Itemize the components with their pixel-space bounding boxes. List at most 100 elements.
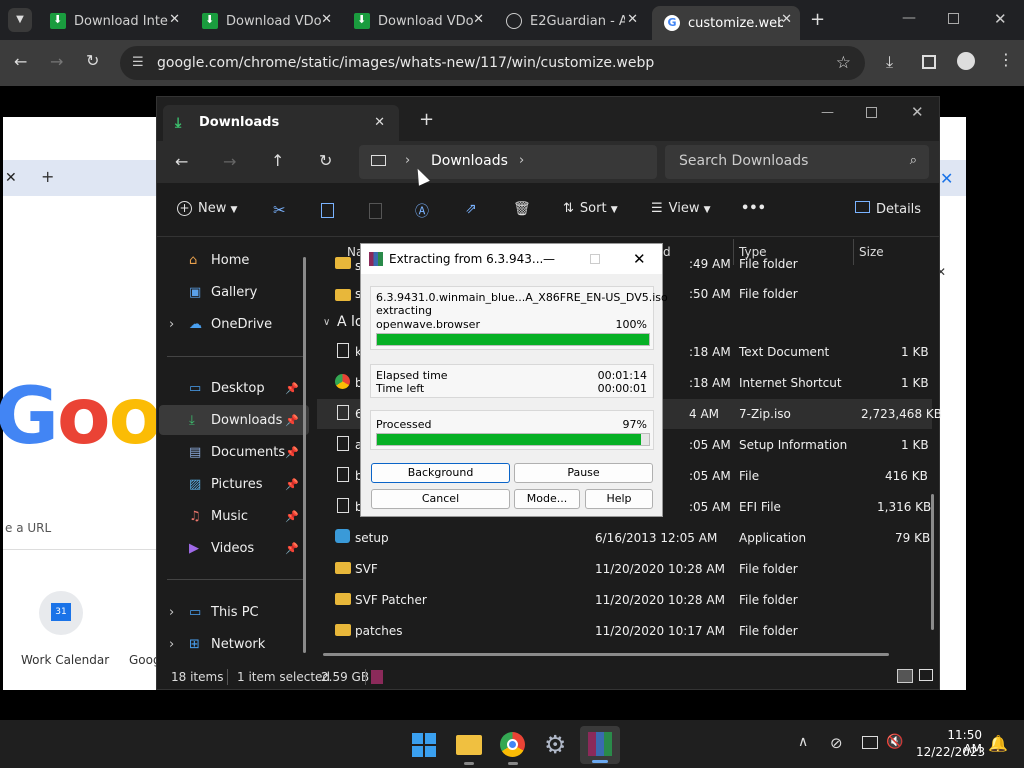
search-box[interactable]: Search Downloads ⌕	[665, 145, 929, 179]
notification-bell-icon[interactable]: 🔔	[988, 734, 1008, 753]
pin-icon[interactable]: 📌	[285, 503, 299, 531]
sidebar-item-desktop[interactable]: ▭ Desktop 📌	[189, 375, 309, 403]
share-icon[interactable]: ⇗	[465, 201, 477, 217]
pin-icon[interactable]: 📌	[285, 407, 299, 435]
sidebar-item-videos[interactable]: ▶ Videos 📌	[189, 535, 309, 563]
address-box[interactable]: › Downloads ›	[359, 145, 657, 179]
view-button[interactable]: ☰ View ▼	[651, 201, 711, 216]
cut-icon[interactable]: ✂	[273, 201, 286, 219]
sidebar-item-documents[interactable]: ▤ Documents 📌	[189, 439, 309, 467]
settings-gear-icon[interactable]: ⚙	[544, 730, 566, 759]
display-icon[interactable]	[862, 736, 878, 749]
back-icon[interactable]: ←	[14, 52, 27, 71]
profile-icon[interactable]	[957, 52, 975, 70]
chevron-right-icon[interactable]: ›	[169, 637, 174, 652]
new-tab-button[interactable]: +	[419, 109, 434, 130]
start-button-windows-icon[interactable]	[412, 733, 436, 757]
sidebar-item-downloads[interactable]: ⤓ Downloads 📌	[189, 407, 309, 435]
search-input[interactable]: Search Downloads	[679, 153, 808, 169]
chevron-right-icon[interactable]: ›	[169, 605, 174, 620]
close-icon[interactable]: ✕	[627, 12, 638, 27]
pin-icon[interactable]: 📌	[285, 439, 299, 467]
volume-muted-icon[interactable]: 🔇	[886, 734, 903, 750]
winrar-taskbar-icon[interactable]	[580, 726, 620, 764]
sidebar-scrollbar[interactable]	[303, 257, 306, 653]
pin-icon[interactable]: 📌	[285, 471, 299, 499]
chrome-tab-3[interactable]: Download VDo ✕	[342, 6, 492, 36]
minimize-icon[interactable]: —	[821, 105, 834, 120]
chevron-up-icon[interactable]: ∧	[798, 734, 808, 750]
search-icon[interactable]: ⌕	[910, 153, 917, 168]
breadcrumb[interactable]: Downloads	[431, 153, 508, 169]
sidebar-item-music[interactable]: ♫ Music 📌	[189, 503, 309, 531]
background-button[interactable]: Background	[371, 463, 510, 483]
minimize-icon[interactable]: —	[902, 10, 916, 26]
cancel-button[interactable]: Cancel	[371, 489, 510, 509]
file-row[interactable]: SVF 11/20/2020 10:28 AM File folder	[317, 554, 932, 584]
forward-icon[interactable]: →	[50, 52, 63, 71]
file-row[interactable]: setup 6/16/2013 12:05 AM Application 79 …	[317, 523, 932, 553]
chevron-right-icon[interactable]: ›	[405, 153, 410, 168]
new-tab-button[interactable]: +	[810, 9, 825, 30]
up-icon[interactable]: ↑	[271, 151, 284, 170]
sidebar-item-pictures[interactable]: ▨ Pictures 📌	[189, 471, 309, 499]
details-view-icon[interactable]	[897, 669, 913, 683]
file-row[interactable]: SVF Patcher 11/20/2020 10:28 AM File fol…	[317, 585, 932, 615]
forward-icon[interactable]: →	[223, 152, 236, 171]
site-info-icon[interactable]: ☰	[132, 46, 144, 80]
tab-search-button[interactable]: ▼	[8, 8, 32, 32]
network-disconnected-icon[interactable]: ⊘	[830, 734, 843, 752]
chrome-tab-2[interactable]: Download VDo ✕	[190, 6, 340, 36]
pin-icon[interactable]: 📌	[285, 535, 299, 563]
details-button[interactable]: Details	[855, 201, 921, 217]
close-window-icon[interactable]: ✕	[994, 10, 1007, 28]
copy-icon[interactable]	[321, 203, 334, 218]
pin-icon[interactable]: 📌	[285, 375, 299, 403]
file-row[interactable]: patches 11/20/2020 10:17 AM File folder	[317, 616, 932, 646]
bookmark-star-icon[interactable]: ☆	[836, 46, 851, 80]
downloads-icon[interactable]: ⤓	[886, 52, 893, 72]
chrome-tab-5-active[interactable]: G customize.webp ✕	[652, 6, 800, 40]
file-explorer-taskbar-icon[interactable]	[456, 735, 482, 755]
chrome-tab-4[interactable]: E2Guardian - A ✕	[494, 6, 646, 36]
explorer-tab-downloads[interactable]: ⤓ Downloads ✕	[163, 105, 399, 141]
mode-button[interactable]: Mode...	[514, 489, 580, 509]
close-icon[interactable]: ✕	[473, 12, 484, 27]
sidebar-item-this-pc[interactable]: ▭ This PC	[189, 599, 309, 627]
sort-button[interactable]: ⇅ Sort ▼	[563, 201, 618, 216]
close-icon[interactable]: ✕	[374, 105, 385, 141]
chevron-right-icon[interactable]: ›	[519, 153, 524, 168]
chrome-taskbar-icon[interactable]	[500, 732, 525, 757]
back-icon[interactable]: ←	[175, 152, 188, 171]
restore-icon[interactable]	[948, 13, 959, 24]
close-window-icon[interactable]: ✕	[911, 103, 924, 121]
close-icon[interactable]: ✕	[633, 244, 646, 274]
vertical-scrollbar[interactable]	[931, 494, 934, 630]
chevron-right-icon[interactable]: ›	[169, 317, 174, 332]
close-icon[interactable]: ✕	[169, 12, 180, 27]
sidebar-item-home[interactable]: ⌂ Home	[189, 247, 309, 275]
menu-icon[interactable]: ⋮	[998, 50, 1014, 69]
reload-icon[interactable]: ↻	[86, 51, 99, 70]
delete-icon[interactable]: 🗑	[513, 201, 531, 217]
chrome-tab-1[interactable]: Download Inte ✕	[38, 6, 188, 36]
maximize-icon[interactable]	[866, 107, 877, 118]
sidebar-item-onedrive[interactable]: ☁ OneDrive	[189, 311, 309, 339]
sidebar-item-gallery[interactable]: ▣ Gallery	[189, 279, 309, 307]
address-bar[interactable]: ☰ google.com/chrome/static/images/whats-…	[120, 46, 865, 80]
close-icon[interactable]: ✕	[321, 12, 332, 27]
new-button[interactable]: + New ▼	[177, 201, 237, 216]
pause-button[interactable]: Pause	[514, 463, 653, 483]
tiles-view-icon[interactable]	[919, 669, 933, 681]
paste-icon[interactable]	[369, 203, 382, 219]
close-icon[interactable]: ✕	[781, 12, 792, 27]
side-panel-icon[interactable]	[922, 55, 936, 69]
rename-icon[interactable]: Ⓐ	[415, 201, 429, 221]
help-button[interactable]: Help	[585, 489, 653, 509]
more-options-button[interactable]: •••	[741, 201, 766, 216]
horizontal-scrollbar[interactable]	[323, 653, 889, 656]
minimize-icon[interactable]: —	[543, 244, 555, 274]
clock-date[interactable]: 12/22/2023	[916, 745, 985, 759]
sidebar-item-network[interactable]: ⊞ Network	[189, 631, 309, 659]
refresh-icon[interactable]: ↻	[319, 151, 332, 170]
